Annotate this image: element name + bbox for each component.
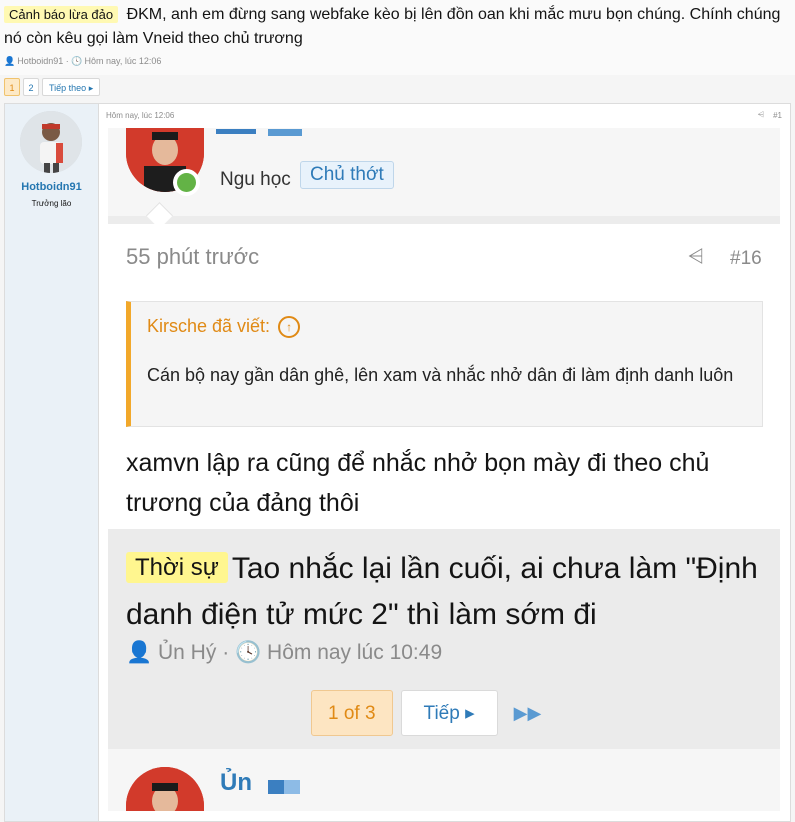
screenshot-post-number: #16 [730, 248, 762, 269]
user-icon: 👤 [126, 641, 153, 664]
screenshot-next-post: Ủn [108, 749, 780, 811]
fast-forward-icon: ▶▶ [513, 703, 542, 723]
preview-title: Thời sự Tao nhắc lại lần cuối, ai chưa là… [126, 545, 766, 638]
quote-author: Kirsche đã viết: ↑ [147, 316, 301, 339]
preview-time: Hôm nay lúc 10:49 [267, 641, 443, 664]
arrow-up-icon: ↑ [278, 316, 301, 339]
attached-screenshot[interactable]: Ngu học Chủ thớt 55 phút trước ⩤ #16 Kir… [108, 128, 780, 811]
preview-prefix: Thời sự [126, 552, 228, 583]
page-link-1[interactable]: 1 [4, 78, 20, 96]
preview-page-nav: 1 of 3 Tiếp ▸ ▶▶ [311, 690, 549, 738]
next-page-button[interactable]: Tiếp theo ▸ [42, 78, 101, 96]
thread-title-text: ĐKM, anh em đừng sang webfake kèo bị lên… [4, 6, 781, 47]
screenshot-username-2: Ủn [220, 769, 252, 796]
thread-title: Cảnh báo lừa đảo ĐKM, anh em đừng sang w… [4, 3, 789, 51]
thread-prefix[interactable]: Cảnh báo lừa đảo [4, 6, 119, 23]
user-icon: 👤 [4, 56, 16, 66]
screenshot-thread-preview: Thời sự Tao nhắc lại lần cuối, ai chưa là… [108, 529, 780, 749]
thread-author[interactable]: Hotboidn91 [17, 56, 63, 66]
quote-text: Cán bộ nay gần dân ghê, lên xam và nhắc … [147, 365, 734, 385]
screenshot-username: Ngu học [220, 169, 291, 190]
reply-text: xamvn lập ra cũng để nhắc nhở bọn mày đi… [126, 449, 710, 517]
clock-icon: 🕓 [71, 56, 83, 66]
clock-icon: 🕓 [235, 641, 262, 664]
share-icon[interactable]: ⩤ [758, 110, 764, 120]
preview-page-label: 1 of 3 [311, 690, 393, 736]
share-icon: ⩤ [688, 246, 704, 268]
quote-block: Kirsche đã viết: ↑ Cán bộ nay gần dân ghê… [126, 301, 763, 427]
rank-bar [216, 129, 256, 134]
thread-meta: 👤 Hotboidn91 · 🕓 Hôm nay, lúc 12:06 [4, 56, 162, 66]
post-number[interactable]: #1 [773, 111, 782, 120]
page-nav: 1 2 Tiếp theo ▸ [4, 78, 101, 98]
post: Hotboidn91 Trưởng lão Hôm nay, lúc 12:06… [4, 103, 791, 822]
post-header: Hôm nay, lúc 12:06 ⩤ #1 [106, 110, 782, 123]
post-time[interactable]: Hôm nay, lúc 12:06 [106, 111, 174, 120]
post-user-column: Hotboidn91 Trưởng lão [5, 104, 99, 821]
post-username[interactable]: Hotboidn91 [5, 181, 98, 193]
preview-next-button: Tiếp ▸ [400, 690, 498, 736]
thread-header: Cảnh báo lừa đảo ĐKM, anh em đừng sang w… [0, 0, 795, 75]
screenshot-time: 55 phút trước [126, 244, 260, 269]
rank-bar [268, 129, 302, 136]
preview-meta: 👤 Ủn Hý · 🕓 Hôm nay lúc 10:49 [126, 641, 443, 664]
preview-author: Ủn Hý [158, 641, 217, 664]
screenshot-top-post: Ngu học Chủ thớt [108, 128, 780, 216]
screenshot-op-tag: Chủ thớt [300, 161, 394, 189]
page-link-2[interactable]: 2 [23, 78, 39, 96]
thread-time[interactable]: Hôm nay, lúc 12:06 [84, 56, 161, 66]
screenshot-avatar [126, 767, 204, 811]
online-status-icon [173, 169, 200, 196]
rank-bar [268, 780, 300, 794]
user-title: Trưởng lão [31, 199, 72, 208]
screenshot-reply-post: 55 phút trước ⩤ #16 Kirsche đã viết: ↑ Cá… [108, 224, 780, 529]
avatar[interactable] [20, 111, 82, 173]
